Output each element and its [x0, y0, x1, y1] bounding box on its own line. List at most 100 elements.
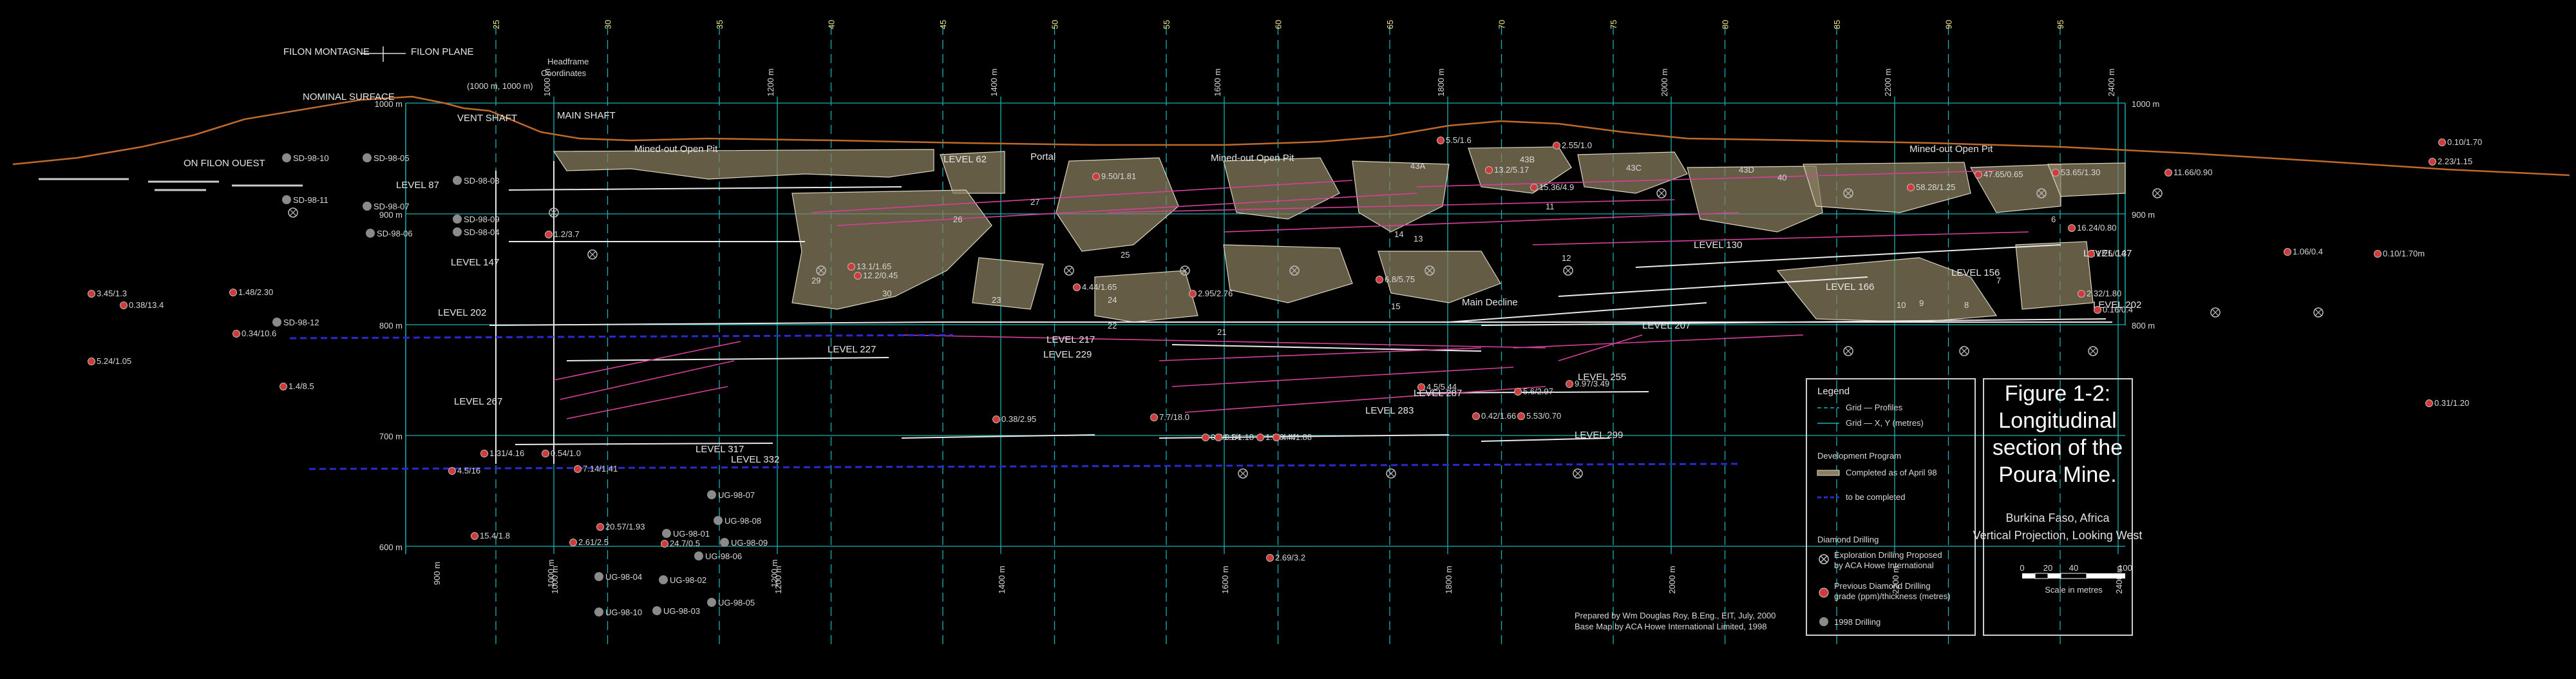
red-dot — [1376, 276, 1383, 283]
grade-label: 16.24/0.80 — [2077, 223, 2116, 233]
credit-prepared: Prepared by Wm Douglas Roy, B.Eng., EIT,… — [1575, 611, 1776, 620]
drill-hole-label: UG-98-10 — [605, 607, 642, 617]
grade-marker: 0.42/1.66 — [1472, 411, 1516, 421]
red-dot — [2284, 248, 2291, 256]
grade-marker: 9.97/3.49 — [1566, 379, 1609, 388]
grey-dot — [707, 598, 716, 607]
figure-number: Figure 1-2: — [2005, 381, 2110, 406]
legend-previous-1: Previous Diamond Drilling — [1834, 581, 1931, 591]
grade-marker: 5.5/1.6 — [1437, 135, 1472, 145]
profile-number: 50 — [1050, 20, 1060, 29]
red-dot — [569, 539, 577, 546]
red-dot — [1202, 434, 1209, 441]
drill-hole-label: UG-98-06 — [705, 551, 742, 561]
grey-dot — [594, 572, 603, 581]
stope-number: 25 — [1121, 250, 1130, 260]
drill-hole-label: SD-98-10 — [293, 153, 329, 163]
level-label: LEVEL 166 — [1826, 282, 1874, 292]
red-dot — [279, 383, 287, 390]
filon-plane-label: FILON PLANE — [411, 46, 474, 57]
grade-label: 5.6/2.97 — [1523, 387, 1553, 396]
level-label: LEVEL 207 — [1642, 320, 1690, 331]
grade-label: 4.5/16 — [457, 466, 480, 475]
profile-number: 35 — [715, 20, 724, 29]
drill-hole-1998: SD-98-11 — [282, 195, 328, 205]
grade-label: 5.5/1.6 — [1446, 135, 1472, 145]
level-label: LEVEL 332 — [731, 454, 779, 465]
drill-hole-label: SD-98-06 — [377, 229, 413, 238]
x-grid-label-top: 1200 m — [766, 68, 775, 96]
figure-title-3: Poura Mine. — [1998, 463, 2116, 487]
red-dot — [1092, 173, 1100, 180]
drill-hole-1998: UG-98-01 — [662, 529, 710, 539]
level-label: LEVEL 299 — [1575, 430, 1623, 441]
legend-grid-xy: Grid — X, Y (metres) — [1846, 418, 1924, 428]
grade-marker: 0.38/2.95 — [992, 414, 1036, 424]
level-label: LEVEL 62 — [943, 154, 987, 165]
grey-dot — [707, 490, 716, 499]
level-label: LEVEL 229 — [1043, 349, 1092, 360]
red-dot — [1975, 171, 1982, 178]
level-label: LEVEL 217 — [1046, 334, 1095, 345]
grade-marker: 0.38/13.4 — [120, 300, 164, 310]
profile-number: 85 — [1832, 20, 1842, 29]
red-dot — [2052, 169, 2060, 177]
grade-label: 0.54/1.0 — [551, 448, 581, 458]
drill-hole-label: UG-98-08 — [724, 516, 761, 526]
red-dot — [1514, 388, 1522, 396]
grade-label: 24.7/0.5 — [670, 539, 700, 548]
grey-dot — [694, 551, 703, 560]
grey-dot — [662, 529, 671, 538]
grade-marker: 5.53/0.70 — [1517, 411, 1561, 421]
red-dot — [1553, 142, 1560, 149]
red-dot — [1417, 383, 1425, 391]
drill-hole-label: SD-98-09 — [464, 215, 500, 224]
grade-label: 58.28/1.25 — [1916, 182, 1955, 192]
grade-label: 2.23/1.15 — [2438, 157, 2472, 166]
scale-tick-100: 100 — [2118, 563, 2132, 573]
grade-marker: 16.24/0.80 — [2068, 223, 2116, 233]
red-dot — [120, 301, 128, 309]
proposed-hole-icon — [587, 249, 598, 260]
grade-label: 13.1/1.65 — [857, 262, 891, 271]
legend-box: Legend Grid — Profiles Grid — X, Y (metr… — [1806, 378, 1976, 636]
profile-number: 45 — [938, 20, 948, 29]
x-grid-label-bottom: 2000 m — [1667, 566, 1677, 593]
drill-hole-1998: UG-98-03 — [652, 606, 700, 616]
drill-hole-1998: SD-98-04 — [453, 227, 500, 237]
red-dot — [2087, 250, 2095, 258]
grade-label: 4.44/1.65 — [1082, 282, 1117, 292]
grade-marker: 1.2/3.7 — [545, 229, 580, 239]
level-label: LEVEL 267 — [454, 396, 502, 407]
figure-title-1: Longitudinal — [1998, 408, 2116, 433]
drill-hole-1998: UG-98-06 — [694, 551, 742, 561]
profile-number: 65 — [1385, 20, 1395, 29]
drill-hole-1998: SD-98-06 — [366, 229, 413, 238]
drill-hole-1998: UG-98-02 — [659, 575, 706, 585]
filon-montagne-label: FILON MONTAGNE — [283, 46, 370, 57]
grey-dot — [594, 607, 603, 617]
red-dot — [1530, 184, 1538, 191]
grey-dot — [272, 318, 281, 327]
grey-dot — [659, 575, 668, 584]
grey-dot — [282, 195, 291, 204]
main-shaft-label: MAIN SHAFT — [557, 110, 616, 121]
red-dot — [1256, 434, 1264, 441]
red-dot — [2438, 139, 2446, 146]
grade-label: 1.1/1.18 — [1224, 432, 1254, 442]
grade-marker: 4.5/5.44 — [1417, 382, 1457, 392]
stope-number: 8 — [1964, 300, 1969, 310]
drill-hole-1998: SD-98-12 — [272, 318, 319, 327]
grade-label: 15.4/1.8 — [480, 531, 510, 540]
portal-label: Portal — [1030, 151, 1056, 162]
grade-marker: 4.5/16 — [448, 466, 480, 475]
grade-marker: 2.23/1.15 — [2429, 157, 2472, 166]
figure-projection: Vertical Projection, Looking West — [1973, 529, 2143, 542]
grade-label: 1.06/0.4 — [2293, 247, 2323, 256]
red-dot — [2164, 169, 2172, 177]
y-grid-label-right: 1000 m — [2132, 99, 2159, 109]
grade-label: 0.38/2.95 — [1001, 414, 1036, 424]
x-grid-label-top: 2400 m — [2107, 68, 2116, 96]
drill-hole-label: SD-98-05 — [374, 153, 410, 163]
stope-number: 6 — [2051, 215, 2056, 224]
